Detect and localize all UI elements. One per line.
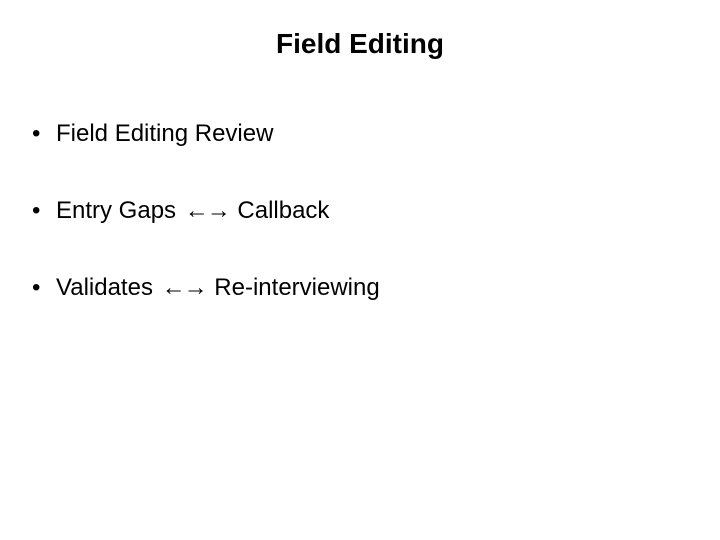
bullet-left: Entry Gaps bbox=[56, 197, 176, 224]
bullet-right: Callback bbox=[237, 197, 329, 224]
list-item: Entry Gaps ←→ Callback bbox=[30, 197, 690, 226]
bullet-right: Re-interviewing bbox=[214, 274, 379, 301]
arrows-icon: ←→ bbox=[162, 274, 206, 303]
list-item: Field Editing Review bbox=[30, 120, 690, 149]
slide-title: Field Editing bbox=[0, 28, 720, 60]
list-item: Validates ←→ Re-interviewing bbox=[30, 274, 690, 303]
arrows-icon: ←→ bbox=[185, 197, 229, 226]
slide: Field Editing Field Editing Review Entry… bbox=[0, 0, 720, 540]
slide-body: Field Editing Review Entry Gaps ←→ Callb… bbox=[30, 120, 690, 350]
bullet-list: Field Editing Review Entry Gaps ←→ Callb… bbox=[30, 120, 690, 302]
bullet-left: Field Editing Review bbox=[56, 120, 273, 147]
bullet-left: Validates bbox=[56, 274, 153, 301]
